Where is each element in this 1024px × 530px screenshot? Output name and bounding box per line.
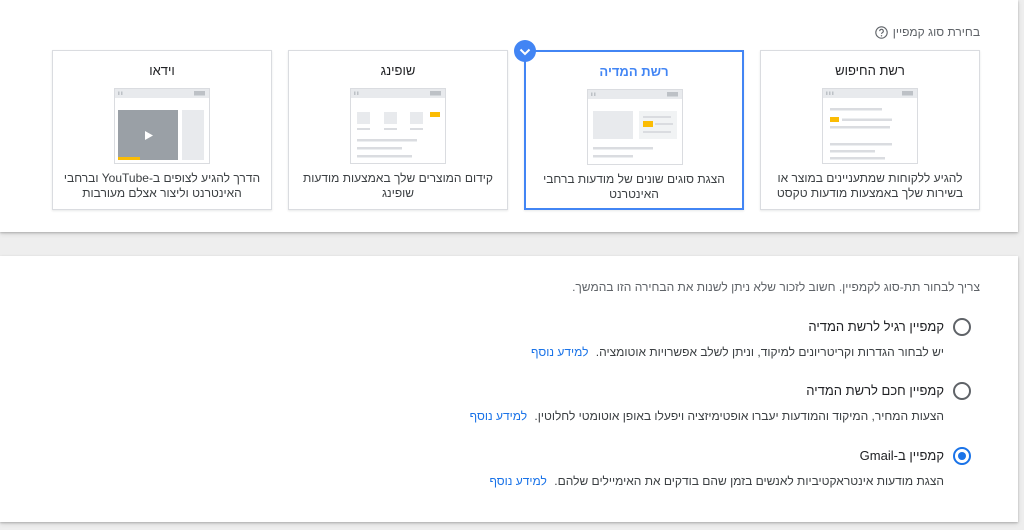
radio-button[interactable] <box>953 447 971 465</box>
campaign-type-card-shopping[interactable]: שופינג קידום המוצרים שלך באמצעות מודעות … <box>288 50 508 210</box>
card-title: רשת המדיה <box>599 64 669 79</box>
text-line <box>357 155 412 158</box>
display-ad-illustration <box>587 89 683 165</box>
browser-frame <box>350 88 446 164</box>
subtype-option-smart: קמפיין חכם לרשת המדיה הצעות המחיר, המיקו… <box>0 382 1018 426</box>
sidebar-block <box>182 110 204 160</box>
product-tile <box>410 112 423 124</box>
text-line <box>384 128 397 130</box>
subtype-instruction: צריך לבחור תת-סוג לקמפיין. חשוב לזכור של… <box>572 280 980 294</box>
learn-more-link[interactable]: למידע נוסף <box>531 345 588 359</box>
product-tile <box>384 112 397 124</box>
text-line <box>410 128 423 130</box>
card-description: להגיע ללקוחות שמתעניינים במוצר או בשירות… <box>776 171 964 200</box>
campaign-type-card-display[interactable]: רשת המדיה הצגת סוגים שונים של מודעות ברח… <box>514 40 744 210</box>
subtype-option-standard: קמפיין רגיל לרשת המדיה יש לבחור הגדרות ו… <box>0 318 1018 362</box>
campaign-type-heading: בחירת סוג קמפיין <box>874 25 980 39</box>
campaign-type-card-search[interactable]: רשת החיפוש להגיע ללקוחות שמתעניינים במוצ… <box>760 50 980 210</box>
text-line <box>830 108 882 111</box>
card-description: הדרך להגיע לצופים ב-YouTube וברחבי האינט… <box>63 171 261 200</box>
card-title: רשת החיפוש <box>835 63 905 78</box>
learn-more-link[interactable]: למידע נוסף <box>489 474 546 488</box>
text-line <box>593 147 653 150</box>
chevron-check-icon <box>514 40 536 62</box>
subtype-panel: צריך לבחור תת-סוג לקמפיין. חשוב לזכור של… <box>0 256 1018 522</box>
text-line <box>830 157 885 160</box>
heading-text: בחירת סוג קמפיין <box>892 25 980 39</box>
campaign-type-card-video[interactable]: וידאו הדרך להגיע לצופים ב-YouTube וברחבי… <box>52 50 272 210</box>
ad-highlight <box>430 112 440 117</box>
text-line <box>643 116 671 118</box>
learn-more-link[interactable]: למידע נוסף <box>470 409 527 423</box>
text-line <box>643 131 671 133</box>
radio-button[interactable] <box>953 382 971 400</box>
option-description: יש לבחור הגדרות וקריטריונים למיקוד, ונית… <box>531 344 944 360</box>
image-block <box>593 111 633 139</box>
text-line <box>830 126 890 129</box>
campaign-type-panel: בחירת סוג קמפיין רשת החיפוש להגיע ללקוחו… <box>0 0 1018 232</box>
option-description: הצעות המחיר, המיקוד והמודעות יעברו אופטי… <box>470 408 944 424</box>
ad-highlight <box>830 117 839 122</box>
text-line <box>830 150 875 153</box>
text-line <box>830 143 892 146</box>
video-ad-illustration <box>114 88 210 164</box>
text-line <box>655 123 673 125</box>
product-tile <box>357 112 370 124</box>
text-line <box>842 118 892 121</box>
card-description: הצגת סוגים שונים של מודעות ברחבי האינטרנ… <box>543 172 725 201</box>
text-line <box>357 147 402 150</box>
option-label[interactable]: קמפיין חכם לרשת המדיה <box>806 382 944 400</box>
text-line <box>357 128 370 130</box>
search-ad-illustration <box>822 88 918 164</box>
card-title: שופינג <box>380 63 416 78</box>
card-title: וידאו <box>149 63 175 78</box>
shopping-ad-illustration <box>350 88 446 164</box>
option-description: הצגת מודעות אינטראקטיביות לאנשים בזמן שה… <box>489 473 944 489</box>
option-label[interactable]: קמפיין רגיל לרשת המדיה <box>808 318 944 336</box>
option-description-text: יש לבחור הגדרות וקריטריונים למיקוד, ונית… <box>595 345 944 359</box>
text-line <box>357 139 417 142</box>
help-circle-icon[interactable] <box>874 25 888 39</box>
ad-highlight <box>118 157 140 160</box>
text-line <box>593 155 633 158</box>
card-description: קידום המוצרים שלך באמצעות מודעות שופינג <box>303 171 493 200</box>
option-label[interactable]: קמפיין ב-Gmail <box>860 447 944 465</box>
radio-button[interactable] <box>953 318 971 336</box>
option-description-text: הצעות המחיר, המיקוד והמודעות יעברו אופטי… <box>534 409 944 423</box>
ad-highlight <box>643 121 653 127</box>
option-description-text: הצגת מודעות אינטראקטיביות לאנשים בזמן שה… <box>554 474 944 488</box>
subtype-option-gmail: קמפיין ב-Gmail הצגת מודעות אינטראקטיביות… <box>0 447 1018 491</box>
